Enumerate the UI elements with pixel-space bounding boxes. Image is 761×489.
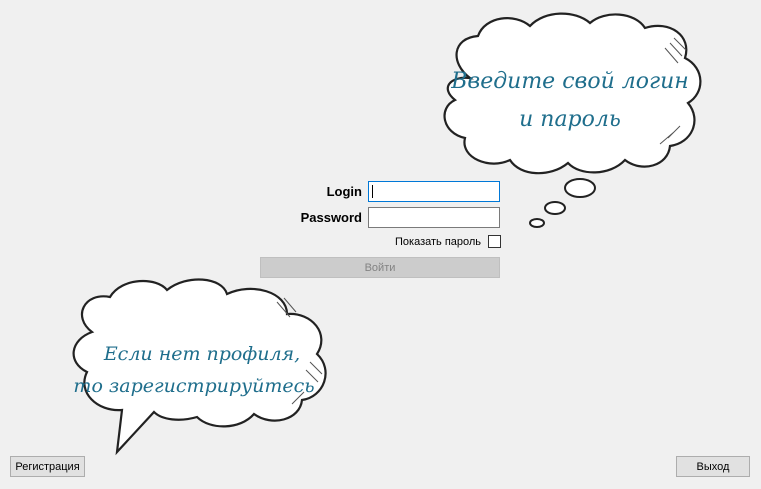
login-window: Введите свой логин и пароль Если нет про… xyxy=(0,0,761,489)
register-button[interactable]: Регистрация xyxy=(10,456,85,477)
hint-top-line1: Введите свой логин xyxy=(450,69,689,94)
login-input[interactable] xyxy=(368,181,500,202)
speech-cloud-graphic: Если нет профиля, то зарегистрируйтесь xyxy=(72,278,327,456)
show-password-checkbox[interactable] xyxy=(488,235,501,248)
exit-button[interactable]: Выход xyxy=(676,456,750,477)
register-hint-cloud: Если нет профиля, то зарегистрируйтесь xyxy=(62,272,337,457)
hint-top-line2: и пароль xyxy=(519,107,621,132)
login-button[interactable]: Войти xyxy=(260,257,500,278)
password-input[interactable] xyxy=(368,207,500,228)
text-caret xyxy=(372,185,373,198)
password-label: Password xyxy=(300,210,362,225)
show-password-label[interactable]: Показать пароль xyxy=(395,236,481,248)
login-label: Login xyxy=(326,184,362,199)
hint-bottom-line2: то зарегистрируйтесь xyxy=(73,375,314,397)
hint-bottom-line1: Если нет профиля, xyxy=(103,343,300,365)
